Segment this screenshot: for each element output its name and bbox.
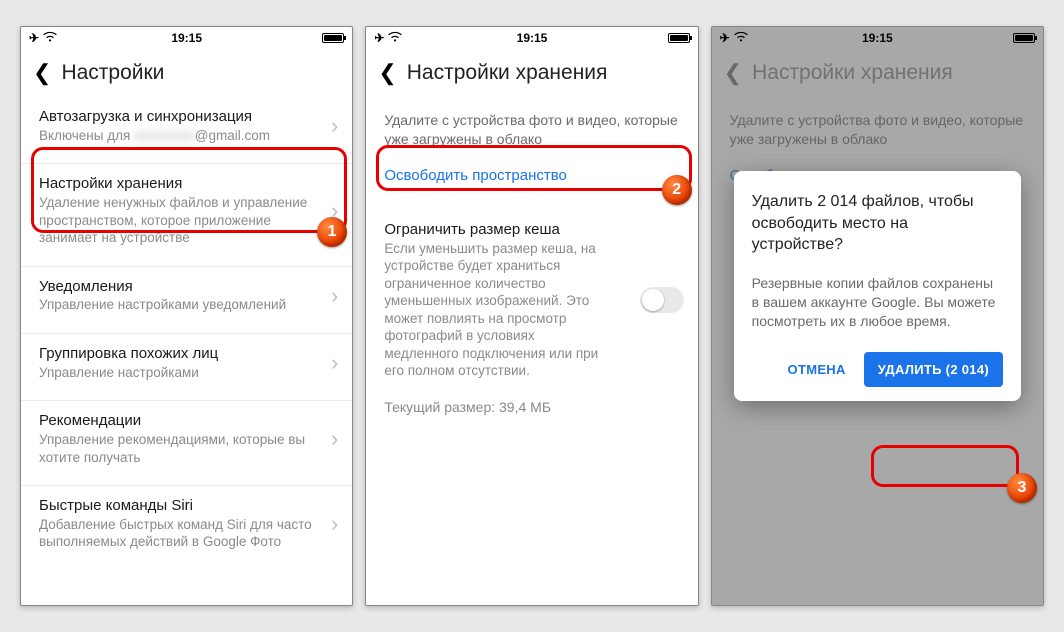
row-notifications[interactable]: Уведомления Управление настройками уведо… (21, 267, 352, 325)
annotation-step-marker: 1 (317, 217, 347, 247)
back-icon[interactable]: ❮ (378, 62, 396, 84)
battery-icon (1013, 33, 1035, 43)
status-time: 19:15 (712, 31, 1043, 45)
row-subtitle: Управление настройками уведомлений (39, 296, 338, 314)
row-title: Группировка похожих лиц (39, 345, 338, 364)
cache-current-size: Текущий размер: 39,4 МБ (366, 391, 697, 415)
cancel-button[interactable]: ОТМЕНА (778, 354, 856, 385)
row-subtitle: Управление рекомендациями, которые вы хо… (39, 431, 338, 466)
row-subtitle: Добавление быстрых команд Siri для часто… (39, 516, 338, 551)
chevron-right-icon: › (331, 113, 338, 139)
row-title: Настройки хранения (39, 175, 338, 194)
nav-header: ❮ Настройки хранения (366, 47, 697, 97)
row-title: Рекомендации (39, 412, 338, 431)
row-siri-shortcuts[interactable]: Быстрые команды Siri Добавление быстрых … (21, 486, 352, 562)
free-up-space-button[interactable]: Освободить пространство (366, 155, 697, 196)
status-time: 19:15 (366, 31, 697, 45)
row-storage-settings[interactable]: Настройки хранения Удаление ненужных фай… (21, 164, 352, 257)
row-subtitle: Если уменьшить размер кеша, на устройств… (384, 240, 627, 380)
row-title: Уведомления (39, 278, 338, 297)
chevron-right-icon: › (331, 511, 338, 537)
chevron-right-icon: › (331, 283, 338, 309)
dialog-title: Удалить 2 014 файлов, чтобы освободить м… (752, 191, 1003, 256)
status-bar: ✈ 19:15 (366, 27, 697, 47)
phone-screen-storage-settings: ✈ 19:15 ❮ Настройки хранения Удалите с у… (365, 26, 698, 606)
page-title: Настройки хранения (407, 61, 608, 85)
chevron-right-icon: › (331, 426, 338, 452)
status-time: 19:15 (21, 31, 352, 45)
helper-text: Удалите с устройства фото и видео, котор… (366, 97, 697, 155)
battery-icon (668, 33, 690, 43)
row-recommendations[interactable]: Рекомендации Управление рекомендациями, … (21, 401, 352, 477)
phone-screen-confirm-dialog: ✈ 19:15 ❮ Настройки хранения Удалите с у… (711, 26, 1044, 606)
phone-screen-settings: ✈ 19:15 ❮ Настройки Автозагрузка и синхр… (20, 26, 353, 606)
row-subtitle: Управление настройками (39, 364, 338, 382)
row-subtitle: Включены для xxxxxxxxx@gmail.com (39, 127, 338, 145)
back-icon[interactable]: ❮ (33, 62, 51, 84)
nav-header: ❮ Настройки (21, 47, 352, 97)
annotation-step-marker: 3 (1007, 473, 1037, 503)
delete-button[interactable]: УДАЛИТЬ (2 014) (864, 352, 1003, 387)
row-title: Автозагрузка и синхронизация (39, 108, 338, 127)
row-subtitle: Удаление ненужных файлов и управление пр… (39, 194, 338, 247)
confirm-delete-dialog: Удалить 2 014 файлов, чтобы освободить м… (734, 171, 1021, 401)
chevron-right-icon: › (331, 350, 338, 376)
row-title: Ограничить размер кеша (384, 221, 627, 240)
page-title: Настройки (61, 61, 164, 85)
dialog-body: Резервные копии файлов сохранены в вашем… (752, 274, 1003, 331)
dialog-actions: ОТМЕНА УДАЛИТЬ (2 014) (752, 352, 1003, 387)
status-bar: ✈ 19:15 (21, 27, 352, 47)
status-bar: ✈ 19:15 (712, 27, 1043, 47)
row-autoload-sync[interactable]: Автозагрузка и синхронизация Включены дл… (21, 97, 352, 155)
row-limit-cache: Ограничить размер кеша Если уменьшить ра… (366, 210, 697, 391)
row-title: Быстрые команды Siri (39, 497, 338, 516)
cache-limit-toggle[interactable] (640, 287, 684, 313)
battery-icon (322, 33, 344, 43)
row-face-grouping[interactable]: Группировка похожих лиц Управление настр… (21, 334, 352, 392)
annotation-step-marker: 2 (662, 175, 692, 205)
